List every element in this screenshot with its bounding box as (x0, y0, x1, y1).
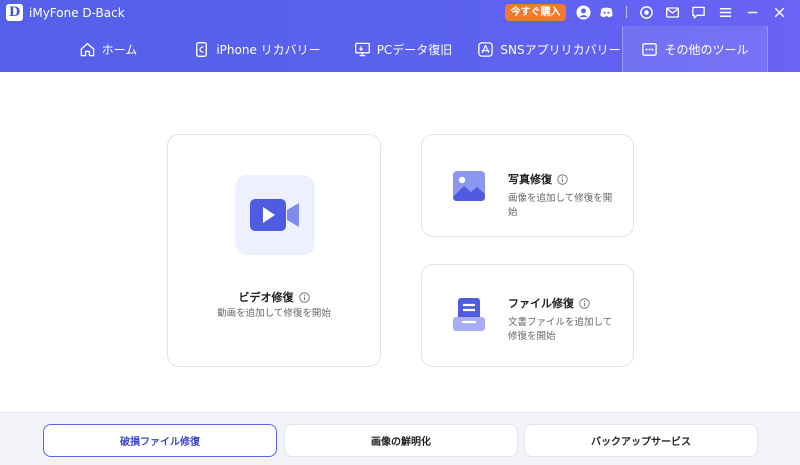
mail-icon[interactable] (664, 4, 680, 20)
file-repair-title-text: ファイル修復 (508, 297, 574, 310)
info-icon[interactable] (579, 297, 590, 309)
app-logo: D (6, 4, 23, 21)
target-icon[interactable] (638, 4, 654, 20)
tab-pc-recovery[interactable]: PCデータ復旧 (348, 26, 458, 72)
app-title: iMyFone D-Back (29, 6, 125, 20)
file-repair-card[interactable]: ファイル修復 文書ファイルを追加して修復を開始 (421, 264, 634, 367)
tab-sns-recovery-label: SNSアプリリカバリー (500, 42, 621, 57)
tab-image-enhance[interactable]: 画像の鮮明化 (284, 424, 518, 457)
tab-home[interactable]: ホーム (72, 26, 144, 72)
appstore-icon (478, 41, 494, 57)
close-icon[interactable] (771, 4, 787, 20)
pc-icon (354, 42, 370, 56)
tab-pc-recovery-label: PCデータ復旧 (376, 42, 453, 57)
tab-sns-recovery[interactable]: SNSアプリリカバリー (478, 26, 621, 72)
home-icon (80, 42, 94, 56)
phone-icon (196, 41, 208, 57)
info-icon[interactable] (557, 173, 568, 185)
photo-repair-desc: 画像を追加して修復を開始 (508, 193, 613, 218)
titlebar-divider (626, 6, 627, 18)
main-nav: ホーム iPhone リカバリー PCデータ復旧 SNSアプリリカバリー その他… (0, 26, 800, 72)
file-repair-text: ファイル修復 文書ファイルを追加して修復を開始 (508, 295, 621, 344)
menu-icon[interactable] (717, 4, 733, 20)
tab-iphone-recovery-label: iPhone リカバリー (216, 42, 321, 57)
file-repair-desc: 文書ファイルを追加して修復を開始 (508, 317, 613, 342)
title-bar: D iMyFone D-Back 今すぐ購入 (0, 0, 800, 26)
photo-repair-text: 写真修復 画像を追加して修復を開始 (508, 171, 621, 220)
discord-icon[interactable] (598, 4, 614, 20)
photo-repair-title: 写真修復 (508, 171, 621, 187)
tab-iphone-recovery[interactable]: iPhone リカバリー (192, 26, 322, 72)
photo-repair-card[interactable]: 写真修復 画像を追加して修復を開始 (421, 134, 634, 237)
user-icon[interactable] (575, 4, 591, 20)
buy-now-button[interactable]: 今すぐ購入 (505, 4, 566, 21)
app-header: D iMyFone D-Back 今すぐ購入 ホーム iPhone リカバリー … (0, 0, 800, 72)
video-icon-box (235, 175, 315, 255)
info-icon[interactable] (298, 291, 310, 303)
tab-other-tools[interactable]: その他のツール (622, 26, 768, 72)
tab-damaged-file-repair[interactable]: 破損ファイル修復 (43, 424, 277, 457)
document-icon (453, 298, 485, 331)
video-repair-title: ビデオ修復 (168, 289, 380, 305)
tools-icon (642, 42, 658, 56)
file-repair-title: ファイル修復 (508, 295, 621, 311)
minimize-icon[interactable] (744, 4, 760, 20)
chat-icon[interactable] (690, 4, 706, 20)
image-icon (453, 171, 485, 201)
video-repair-title-text: ビデオ修復 (238, 291, 294, 304)
video-icon (250, 199, 299, 231)
tab-home-label: ホーム (101, 42, 138, 57)
video-repair-desc: 動画を追加して修復を開始 (217, 308, 331, 319)
tab-other-tools-label: その他のツール (664, 42, 749, 57)
video-repair-card[interactable]: ビデオ修復 動画を追加して修復を開始 (167, 134, 381, 367)
bottom-tab-bar: 破損ファイル修復 画像の鮮明化 バックアップサービス (0, 412, 800, 465)
photo-repair-title-text: 写真修復 (508, 173, 552, 186)
tab-backup-service[interactable]: バックアップサービス (524, 424, 758, 457)
